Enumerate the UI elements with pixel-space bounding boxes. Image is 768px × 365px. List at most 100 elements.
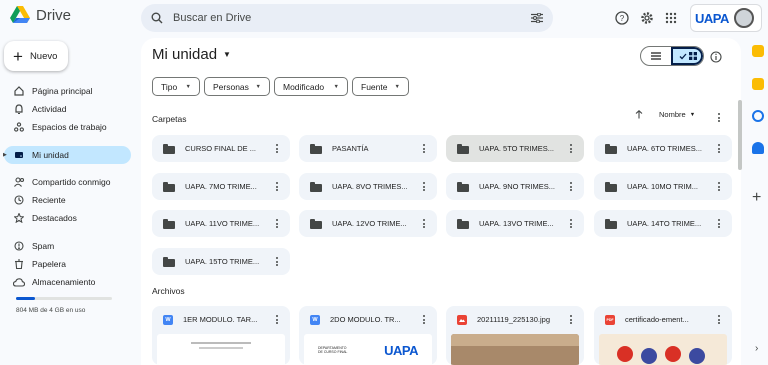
folder-item[interactable]: UAPA. 6TO TRIMES... — [594, 135, 732, 162]
chevron-right-icon[interactable]: › — [755, 344, 758, 354]
caret-down-icon: ▼ — [255, 83, 261, 90]
more-options-icon[interactable] — [417, 144, 431, 153]
folder-name: UAPA. 14TO TRIME... — [627, 219, 702, 228]
more-options-icon[interactable] — [712, 219, 726, 228]
sidebar-item-label: Actividad — [32, 104, 67, 114]
folder-item[interactable]: UAPA. 11VO TRIME... — [152, 210, 290, 237]
sidebar-item-my-drive[interactable]: ▶ Mi unidad — [3, 146, 131, 164]
filter-label: Modificado — [283, 81, 325, 92]
sidebar-item-label: Almacenamiento — [32, 277, 96, 287]
more-options-icon[interactable] — [270, 219, 284, 228]
filter-modified[interactable]: Modificado ▼ — [274, 77, 348, 96]
scrollbar-thumb[interactable] — [738, 100, 742, 170]
list-view-icon — [651, 52, 661, 60]
more-options-icon[interactable] — [270, 144, 284, 153]
folder-item[interactable]: UAPA. 10MO TRIM... — [594, 173, 732, 200]
grid-view-button[interactable] — [671, 47, 703, 65]
sidebar-item-starred[interactable]: Destacados — [4, 209, 131, 227]
sort-direction-arrow-icon[interactable] — [635, 110, 643, 119]
folder-item[interactable]: UAPA. 8VO TRIMES... — [299, 173, 437, 200]
storage-usage-text: 804 MB de 4 GB en uso — [16, 307, 86, 314]
folder-item[interactable]: UAPA. 9NO TRIMES... — [446, 173, 584, 200]
folder-name: UAPA. 15TO TRIME... — [185, 257, 260, 266]
settings-gear-icon[interactable] — [638, 9, 656, 27]
more-options-icon[interactable] — [712, 182, 726, 191]
file-name: certificado-ement... — [625, 315, 689, 324]
file-card[interactable]: W 1ER MODULO. TAR... — [152, 306, 290, 365]
more-options-icon[interactable] — [564, 182, 578, 191]
info-icon[interactable] — [710, 50, 722, 68]
file-card[interactable]: W 2DO MODULO. TR... DEPARTAMENTO DE CURS… — [299, 306, 437, 365]
sidebar-item-activity[interactable]: Actividad — [4, 100, 131, 118]
sidebar-item-home[interactable]: Página principal — [4, 82, 131, 100]
search-input[interactable]: Buscar en Drive — [173, 12, 531, 24]
sidebar-item-trash[interactable]: Papelera — [4, 255, 131, 273]
folder-item[interactable]: PASANTÍA — [299, 135, 437, 162]
search-options-icon[interactable] — [531, 13, 543, 23]
sort-label[interactable]: Nombre — [659, 110, 686, 119]
more-options-icon[interactable] — [417, 219, 431, 228]
keep-icon[interactable] — [752, 78, 764, 90]
view-toggle[interactable] — [640, 46, 704, 66]
search-icon[interactable] — [151, 12, 163, 24]
sidebar-item-recent[interactable]: Reciente — [4, 191, 131, 209]
clock-icon — [13, 194, 25, 206]
more-options-icon[interactable] — [564, 315, 578, 324]
folder-item[interactable]: UAPA. 7MO TRIME... — [152, 173, 290, 200]
new-button[interactable]: + Nuevo — [4, 41, 68, 71]
help-icon[interactable]: ? — [613, 9, 631, 27]
sort-control[interactable]: Nombre ▼ — [635, 110, 695, 119]
more-options-icon[interactable] — [564, 219, 578, 228]
image-file-icon — [457, 314, 467, 325]
folder-item[interactable]: UAPA. 14TO TRIME... — [594, 210, 732, 237]
sidebar-item-spam[interactable]: Spam — [4, 237, 131, 255]
list-view-button[interactable] — [641, 47, 671, 65]
folder-icon — [310, 218, 322, 229]
sidebar-item-label: Spam — [32, 241, 55, 251]
page-title[interactable]: Mi unidad ▼ — [152, 46, 231, 63]
folder-item[interactable]: UAPA. 12VO TRIME... — [299, 210, 437, 237]
folder-item[interactable]: UAPA. 13VO TRIME... — [446, 210, 584, 237]
folder-item[interactable]: UAPA. 5TO TRIMES... — [446, 135, 584, 162]
more-options-icon[interactable] — [270, 315, 284, 324]
filter-people[interactable]: Personas ▼ — [204, 77, 270, 96]
more-options-icon[interactable] — [270, 182, 284, 191]
sidebar-item-shared[interactable]: Compartido conmigo — [4, 173, 131, 191]
contacts-icon[interactable] — [752, 142, 764, 154]
more-options-icon[interactable] — [712, 113, 726, 122]
sidebar-item-workspaces[interactable]: Espacios de trabajo — [4, 118, 131, 136]
add-addon-icon[interactable]: + — [752, 190, 761, 206]
avatar[interactable] — [733, 8, 754, 28]
thumbnail-course-text: DE CURSO FINAL — [318, 350, 348, 354]
folder-icon — [457, 143, 469, 154]
more-options-icon[interactable] — [417, 182, 431, 191]
folder-item[interactable]: UAPA. 15TO TRIME... — [152, 248, 290, 275]
folder-icon — [310, 143, 322, 154]
people-icon — [13, 176, 25, 188]
search-bar[interactable]: Buscar en Drive — [141, 4, 553, 32]
star-icon — [13, 212, 25, 224]
filter-source[interactable]: Fuente ▼ — [352, 77, 409, 96]
more-options-icon[interactable] — [417, 315, 431, 324]
calendar-icon[interactable] — [752, 45, 764, 57]
folder-name: UAPA. 12VO TRIME... — [332, 219, 407, 228]
apps-grid-icon[interactable] — [662, 9, 680, 27]
file-card[interactable]: PDF certificado-ement... — [594, 306, 732, 365]
account-switcher[interactable]: UAPA — [690, 4, 762, 32]
folder-icon — [457, 218, 469, 229]
more-options-icon[interactable] — [712, 315, 726, 324]
file-card[interactable]: 20211119_225130.jpg — [446, 306, 584, 365]
tasks-icon[interactable] — [752, 110, 764, 122]
more-options-icon[interactable] — [712, 144, 726, 153]
folder-name: UAPA. 7MO TRIME... — [185, 182, 257, 191]
sidebar-item-storage[interactable]: Almacenamiento — [4, 273, 131, 291]
files-section-label: Archivos — [152, 286, 185, 296]
expand-caret-icon[interactable]: ▶ — [3, 152, 7, 158]
more-options-icon[interactable] — [564, 144, 578, 153]
more-options-icon[interactable] — [270, 257, 284, 266]
caret-down-icon: ▼ — [333, 83, 339, 90]
folder-item[interactable]: CURSO FINAL DE ... — [152, 135, 290, 162]
folder-icon — [457, 181, 469, 192]
drive-logo[interactable]: Drive — [10, 6, 71, 24]
filter-type[interactable]: Tipo ▼ — [152, 77, 200, 96]
